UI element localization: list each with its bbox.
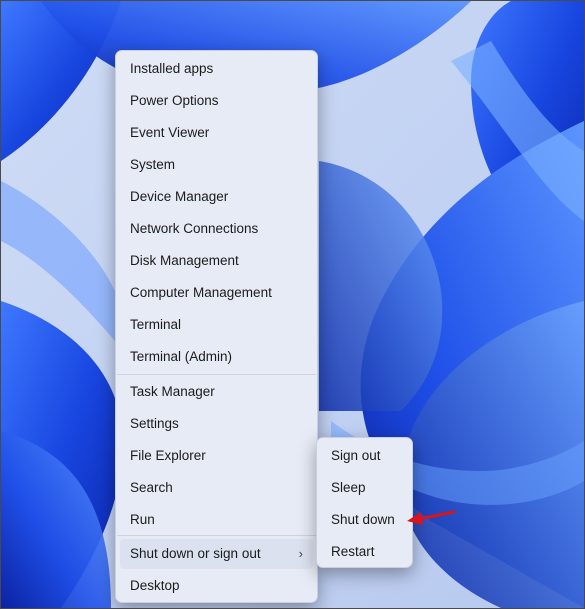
menu-item-installed-apps[interactable]: Installed apps [120,54,313,84]
menu-item-shut-down-or-sign-out[interactable]: Shut down or sign out › [120,539,313,569]
menu-item-system[interactable]: System [120,150,313,180]
menu-item-device-manager[interactable]: Device Manager [120,182,313,212]
menu-item-disk-management[interactable]: Disk Management [120,246,313,276]
menu-item-desktop[interactable]: Desktop [120,571,313,601]
menu-separator [117,374,316,375]
menu-item-task-manager[interactable]: Task Manager [120,377,313,407]
menu-item-computer-management[interactable]: Computer Management [120,278,313,308]
menu-separator [117,535,316,536]
submenu-item-shut-down[interactable]: Shut down [321,505,408,535]
winx-context-menu: Installed apps Power Options Event Viewe… [115,50,318,603]
menu-item-terminal-admin[interactable]: Terminal (Admin) [120,342,313,372]
submenu-item-sign-out[interactable]: Sign out [321,441,408,471]
menu-item-network-connections[interactable]: Network Connections [120,214,313,244]
menu-item-search[interactable]: Search [120,473,313,503]
menu-item-power-options[interactable]: Power Options [120,86,313,116]
submenu-item-sleep[interactable]: Sleep [321,473,408,503]
menu-item-label: Shut down or sign out [130,546,261,561]
submenu-item-restart[interactable]: Restart [321,537,408,567]
chevron-right-icon: › [298,546,303,561]
menu-item-settings[interactable]: Settings [120,409,313,439]
menu-item-run[interactable]: Run [120,505,313,535]
shutdown-submenu: Sign out Sleep Shut down Restart [316,437,413,568]
menu-item-event-viewer[interactable]: Event Viewer [120,118,313,148]
menu-item-file-explorer[interactable]: File Explorer [120,441,313,471]
red-arrow-annotation-icon [407,510,456,525]
menu-item-terminal[interactable]: Terminal [120,310,313,340]
screenshot-frame: Installed apps Power Options Event Viewe… [0,0,585,609]
